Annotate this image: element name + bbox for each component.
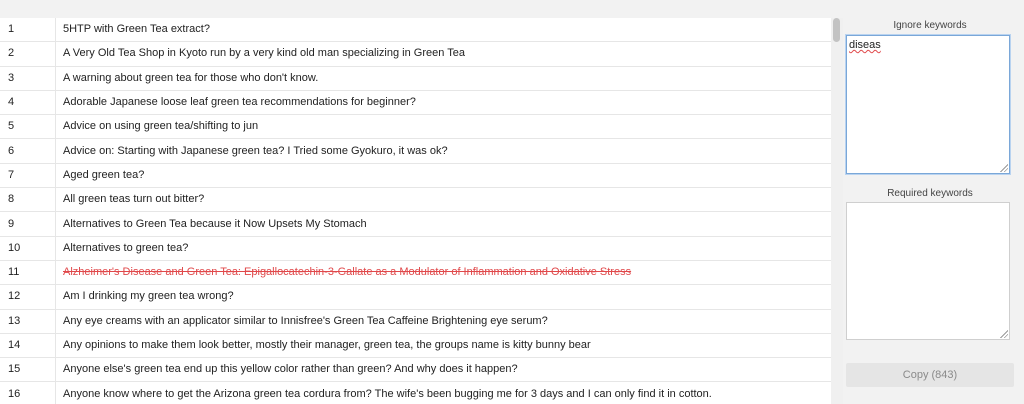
row-title: 5HTP with Green Tea extract? (55, 18, 831, 43)
row-title: Any opinions to make them look better, m… (55, 333, 831, 359)
row-number: 16 (0, 381, 56, 404)
row-title: Am I drinking my green tea wrong? (55, 284, 831, 310)
required-keywords-textarea[interactable] (846, 202, 1010, 340)
row-number: 2 (0, 41, 56, 67)
row-title: Advice on using green tea/shifting to ju… (55, 114, 831, 140)
copy-button[interactable]: Copy (843) (846, 363, 1014, 387)
row-title: Advice on: Starting with Japanese green … (55, 138, 831, 164)
table-row[interactable]: 5 Advice on using green tea/shifting to j… (0, 114, 831, 140)
row-number: 10 (0, 236, 56, 261)
row-number: 7 (0, 163, 56, 189)
row-number: 8 (0, 187, 56, 213)
row-number: 1 (0, 18, 56, 43)
row-number: 11 (0, 260, 56, 286)
row-number: 3 (0, 66, 56, 91)
required-keywords-label: Required keywords (887, 188, 973, 199)
table-row[interactable]: 13 Any eye creams with an applicator simi… (0, 309, 831, 334)
keyword-filter-app: 1 5HTP with Green Tea extract? 2 A Very Old… (0, 0, 1024, 404)
results-table: 1 5HTP with Green Tea extract? 2 A Very Old… (0, 18, 831, 404)
row-title: Anyone know where to get the Arizona gre… (55, 381, 831, 404)
row-number: 13 (0, 309, 56, 334)
table-row[interactable]: 7 Aged green tea? (0, 163, 831, 189)
table-row[interactable]: 14 Any opinions to make them look better,… (0, 333, 831, 359)
results-scroll-thumb[interactable] (833, 18, 840, 42)
row-number: 6 (0, 138, 56, 164)
row-number: 4 (0, 90, 56, 116)
ignore-keywords-value: diseas (849, 39, 881, 51)
row-title: Anyone else's green tea end up this yell… (55, 357, 831, 383)
table-row[interactable]: 8 All green teas turn out bitter? (0, 187, 831, 213)
results-table-container[interactable]: 1 5HTP with Green Tea extract? 2 A Very Old… (0, 18, 843, 404)
resize-grip-icon[interactable] (1000, 164, 1008, 172)
row-title: Alternatives to green tea? (55, 236, 831, 261)
row-number: 14 (0, 333, 56, 359)
row-title: Aged green tea? (55, 163, 831, 189)
table-row[interactable]: 12 Am I drinking my green tea wrong? (0, 284, 831, 310)
table-row[interactable]: 9 Alternatives to Green Tea because it No… (0, 211, 831, 237)
table-row[interactable]: 6 Advice on: Starting with Japanese green… (0, 138, 831, 164)
table-row[interactable]: 1 5HTP with Green Tea extract? (0, 18, 831, 43)
row-number: 5 (0, 114, 56, 140)
row-title: Alternatives to Green Tea because it Now… (55, 211, 831, 237)
table-row[interactable]: 15 Anyone else's green tea end up this ye… (0, 357, 831, 383)
ignore-keywords-textarea[interactable]: diseas (846, 35, 1010, 174)
row-title: All green teas turn out bitter? (55, 187, 831, 213)
row-number: 9 (0, 211, 56, 237)
row-number: 15 (0, 357, 56, 383)
results-scrollbar[interactable] (831, 18, 843, 404)
table-row[interactable]: 4 Adorable Japanese loose leaf green tea … (0, 90, 831, 116)
ignore-keywords-label: Ignore keywords (893, 20, 967, 31)
table-row[interactable]: 16 Anyone know where to get the Arizona g… (0, 381, 831, 404)
row-title: A Very Old Tea Shop in Kyoto run by a ve… (55, 41, 831, 67)
table-row[interactable]: 11 Alzheimer's Disease and Green Tea: Epi… (0, 260, 831, 286)
row-title: A warning about green tea for those who … (55, 66, 831, 91)
results-table-body: 1 5HTP with Green Tea extract? 2 A Very Old… (0, 18, 831, 404)
row-title: Any eye creams with an applicator simila… (55, 309, 831, 334)
table-row[interactable]: 3A warning about green tea for those who… (0, 66, 831, 91)
resize-grip-icon[interactable] (1000, 330, 1008, 338)
row-number: 12 (0, 284, 56, 310)
row-title: Adorable Japanese loose leaf green tea r… (55, 90, 831, 116)
table-row[interactable]: 10 Alternatives to green tea? (0, 236, 831, 261)
table-row[interactable]: 2A Very Old Tea Shop in Kyoto run by a v… (0, 41, 831, 67)
row-title: Alzheimer's Disease and Green Tea: Epiga… (55, 260, 831, 286)
